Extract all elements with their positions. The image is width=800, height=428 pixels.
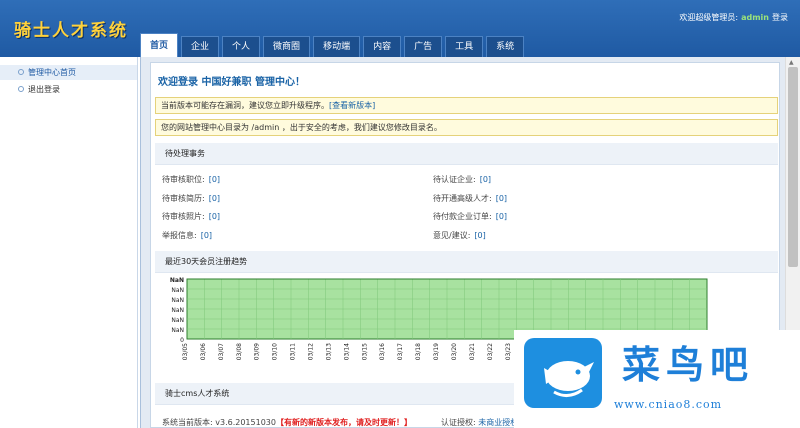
pending-label: 待付款企业订单:	[433, 212, 492, 221]
tab-3[interactable]: 微商圈	[263, 36, 311, 57]
trend-section-title: 最近30天会员注册趋势	[155, 251, 778, 273]
chart-x-tick-label: 03/11	[290, 343, 297, 360]
tab-6[interactable]: 广告	[404, 36, 443, 57]
tab-5[interactable]: 内容	[363, 36, 402, 57]
chart-y-tick-label: NaN	[171, 317, 184, 324]
username-link[interactable]: admin	[741, 13, 769, 22]
pending-item: 待认证企业: [0]	[433, 174, 491, 185]
chart-x-tick-label: 03/09	[254, 343, 261, 360]
pending-count-link[interactable]: [0]	[474, 231, 485, 240]
watermark-title: 菜鸟吧	[622, 342, 755, 387]
sidebar-item-admin-home[interactable]: 管理中心首页	[0, 65, 137, 80]
welcome-prefix: 欢迎超级管理员:	[679, 13, 739, 22]
chart-y-tick-label: NaN	[171, 297, 184, 304]
license-label: 认证授权:	[441, 418, 476, 427]
tab-8[interactable]: 系统	[486, 36, 525, 57]
pending-count-link[interactable]: [0]	[496, 212, 507, 221]
sidebar-item-label: 管理中心首页	[28, 68, 76, 77]
pending-count-link[interactable]: [0]	[480, 175, 491, 184]
chart-y-tick-label: NaN	[170, 277, 184, 284]
version-label: 系统当前版本:	[162, 418, 213, 427]
chart-x-tick-label: 03/07	[218, 343, 225, 360]
pending-label: 意见/建议:	[433, 231, 471, 240]
pending-label: 待开通高级人才:	[433, 194, 492, 203]
sidebar: 管理中心首页 退出登录	[0, 57, 138, 428]
scrollbar-thumb[interactable]	[788, 67, 798, 267]
chart-x-tick-label: 03/18	[415, 343, 422, 360]
pending-label: 待审核简历:	[162, 194, 205, 203]
pending-label: 待审核职位:	[162, 175, 205, 184]
user-bar: 欢迎超级管理员: admin 登录	[679, 12, 788, 23]
pending-label: 举报信息:	[162, 231, 197, 240]
chart-y-tick-label: NaN	[171, 287, 184, 294]
scroll-up-icon[interactable]: ▲	[789, 59, 794, 66]
chart-x-tick-label: 03/19	[433, 343, 440, 360]
version-info: 系统当前版本: v3.6.20151030【有新的新版本发布，请及时更新！】	[162, 417, 412, 428]
pending-count-link[interactable]: [0]	[209, 212, 220, 221]
pending-item: 意见/建议: [0]	[433, 230, 486, 241]
pending-count-link[interactable]: [0]	[496, 194, 507, 203]
version-alert-link[interactable]: 【有新的新版本发布，请及时更新！】	[276, 418, 412, 427]
tab-2[interactable]: 个人	[222, 36, 261, 57]
pending-item: 待开通高级人才: [0]	[433, 193, 507, 204]
update-notice-text: 当前版本可能存在漏洞，建议您立即升级程序。	[161, 101, 329, 110]
version-value: v3.6.20151030	[215, 418, 276, 427]
pending-label: 待认证企业:	[433, 175, 476, 184]
chart-x-tick-label: 03/20	[451, 343, 458, 360]
pending-item: 待审核简历: [0]	[162, 193, 220, 204]
page-title: 欢迎登录 中国好兼职 管理中心！	[158, 77, 305, 88]
pending-count-link[interactable]: [0]	[209, 194, 220, 203]
watermark-url: www.cniao8.com	[614, 398, 723, 411]
top-header: 骑士人才系统 欢迎超级管理员: admin 登录 首页 企业 个人 微商圈 移动端 内容 广告工…	[0, 0, 800, 57]
license-value: 未商业授权	[478, 418, 519, 427]
pending-item: 待付款企业订单: [0]	[433, 211, 507, 222]
chart-x-tick-label: 03/15	[361, 343, 368, 360]
chart-x-tick-label: 03/17	[397, 343, 404, 360]
chart-x-tick-label: 03/05	[182, 343, 189, 360]
chart-x-tick-label: 03/21	[469, 343, 476, 360]
pending-section-title: 待处理事务	[155, 143, 778, 165]
pending-item: 待审核照片: [0]	[162, 211, 220, 222]
chart-x-tick-label: 03/08	[236, 343, 243, 360]
view-new-version-link[interactable]: [查看新版本]	[329, 101, 375, 110]
chart-x-tick-label: 03/13	[325, 343, 332, 360]
bird-logo-icon	[524, 338, 602, 408]
chart-x-tick-label: 03/10	[272, 343, 279, 360]
bullet-icon	[18, 86, 24, 92]
chart-x-tick-label: 03/06	[200, 343, 207, 360]
chart-x-tick-label: 03/22	[487, 343, 494, 360]
bullet-icon	[18, 69, 24, 75]
pending-item: 举报信息: [0]	[162, 230, 212, 241]
chart-y-tick-label: NaN	[171, 327, 184, 334]
tab-0[interactable]: 首页	[140, 33, 179, 57]
tab-4[interactable]: 移动端	[313, 36, 361, 57]
license-info: 认证授权: 未商业授权	[441, 417, 518, 428]
admin-dir-notice-text: 您的网站管理中心目录为 /admin ，出于安全的考虑，我们建议您修改目录名。	[161, 123, 442, 132]
watermark: 菜鸟吧 www.cniao8.com	[514, 330, 800, 428]
app-logo: 骑士人才系统	[14, 21, 128, 41]
chart-y-tick-label: NaN	[171, 307, 184, 314]
main-nav: 首页 企业 个人 微商圈 移动端 内容 广告 工具 系统	[140, 33, 527, 57]
pending-count-link[interactable]: [0]	[201, 231, 212, 240]
pending-label: 待审核照片:	[162, 212, 205, 221]
chart-x-tick-label: 03/12	[308, 343, 315, 360]
sidebar-item-label: 退出登录	[28, 85, 60, 94]
login-link[interactable]: 登录	[772, 13, 788, 22]
pending-item: 待审核职位: [0]	[162, 174, 220, 185]
tab-1[interactable]: 企业	[181, 36, 220, 57]
chart-x-tick-label: 03/16	[379, 343, 386, 360]
tab-7[interactable]: 工具	[445, 36, 484, 57]
pending-count-link[interactable]: [0]	[209, 175, 220, 184]
admin-dir-notice: 您的网站管理中心目录为 /admin ，出于安全的考虑，我们建议您修改目录名。	[155, 119, 778, 136]
chart-y-tick-label: 0	[180, 337, 184, 344]
sidebar-item-logout[interactable]: 退出登录	[0, 82, 137, 97]
chart-x-tick-label: 03/14	[343, 343, 350, 360]
update-notice: 当前版本可能存在漏洞，建议您立即升级程序。[查看新版本]	[155, 97, 778, 114]
chart-x-tick-label: 03/23	[505, 343, 512, 360]
